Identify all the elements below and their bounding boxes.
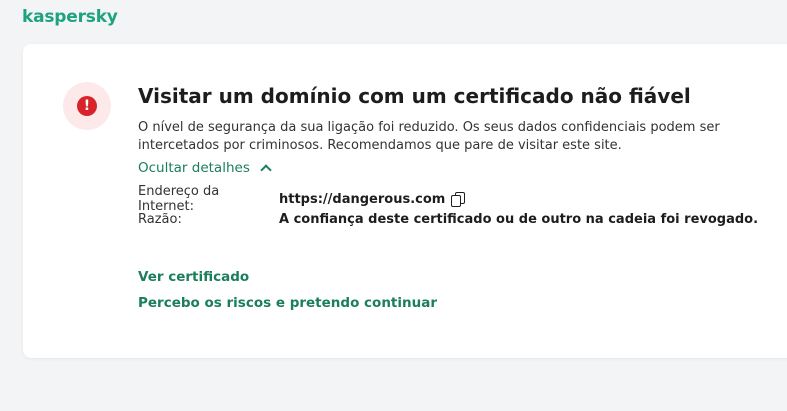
warning-description: O nível de segurança da sua ligação foi … xyxy=(138,120,720,153)
address-value: https://dangerous.com xyxy=(279,191,446,207)
proceed-anyway-link[interactable]: Percebo os riscos e pretendo continuar xyxy=(138,295,437,311)
copy-icon[interactable] xyxy=(451,192,466,207)
chevron-up-icon xyxy=(260,163,272,176)
exclamation-circle-icon: ! xyxy=(77,96,97,116)
page-title: Visitar um domínio com um certificado nã… xyxy=(138,84,691,108)
reason-value: A confiança deste certificado ou de outr… xyxy=(279,212,759,227)
hide-details-toggle[interactable]: Ocultar detalhes xyxy=(138,160,272,176)
address-label: Endereço da Internet: xyxy=(138,184,220,214)
view-certificate-link[interactable]: Ver certificado xyxy=(138,269,249,285)
address-row: Endereço da Internet: https://dangerous.… xyxy=(138,184,466,214)
reason-label: Razão: xyxy=(138,212,182,227)
reason-row: Razão: A confiança deste certificado ou … xyxy=(138,212,758,227)
alert-badge: ! xyxy=(63,82,111,130)
kaspersky-logo: kaspersky xyxy=(22,7,118,27)
warning-card: ! Visitar um domínio com um certificado … xyxy=(23,44,787,358)
hide-details-label: Ocultar detalhes xyxy=(138,160,250,176)
